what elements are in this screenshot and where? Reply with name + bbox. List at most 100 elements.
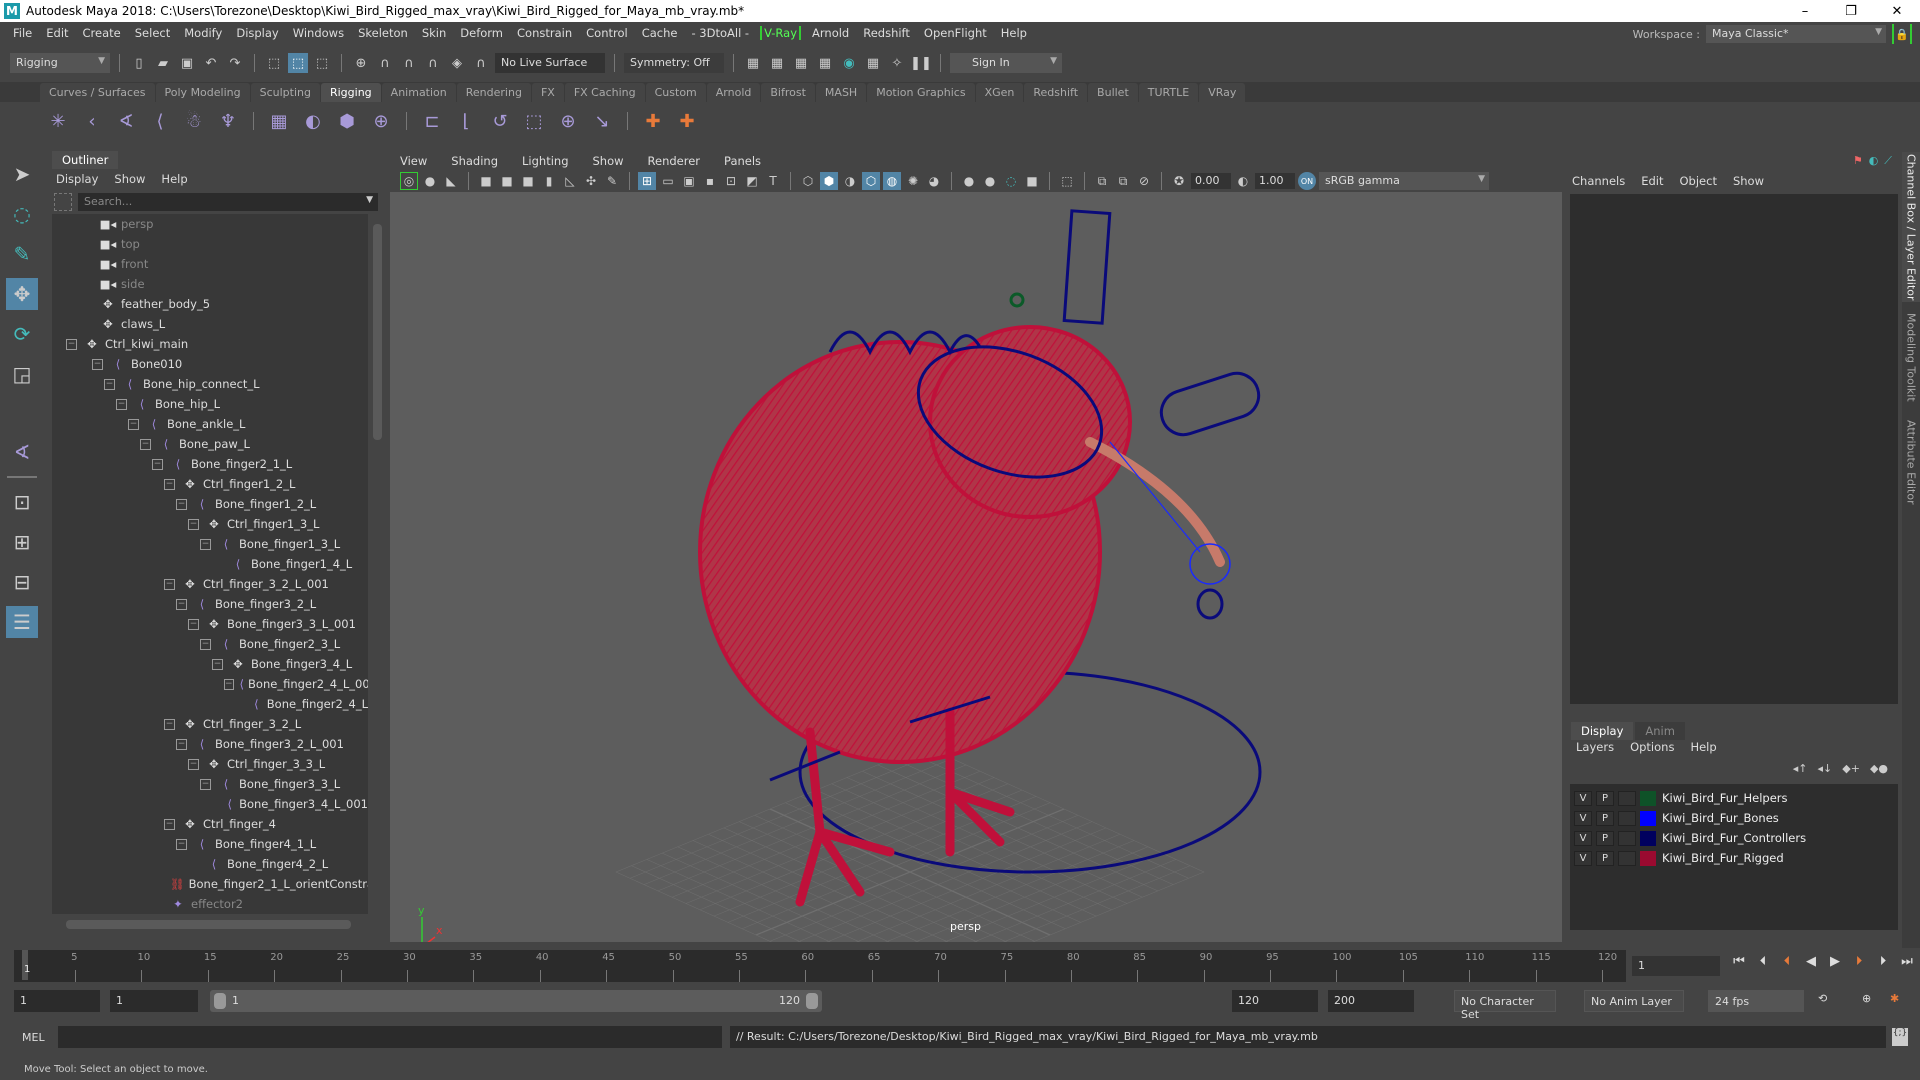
- shelf-tab-bifrost[interactable]: Bifrost: [761, 83, 815, 102]
- field-chart-icon[interactable]: ⊡: [722, 172, 740, 190]
- shelf-tab-curves-surfaces[interactable]: Curves / Surfaces: [40, 83, 155, 102]
- expand-toggle[interactable]: −: [164, 718, 175, 730]
- range-end-handle[interactable]: [806, 993, 818, 1009]
- redo-icon[interactable]: ↷: [225, 53, 245, 73]
- layer-menu-layers[interactable]: Layers: [1576, 740, 1614, 754]
- four-view-layout-icon[interactable]: ⊞: [6, 526, 38, 558]
- outliner-item[interactable]: ⟨ Bone_finger3_4_L_001: [52, 794, 368, 814]
- layer-row[interactable]: V P Kiwi_Bird_Fur_Helpers: [1570, 788, 1898, 808]
- snap-grid-icon[interactable]: ⊕: [351, 53, 371, 73]
- end-time-field[interactable]: 200: [1328, 990, 1414, 1012]
- create-joints-icon[interactable]: ✳: [44, 107, 72, 135]
- menu-arnold[interactable]: Arnold: [805, 26, 856, 40]
- ik-handle-icon[interactable]: ∢: [112, 107, 140, 135]
- step-forward-frame-icon[interactable]: ⏵: [1874, 954, 1892, 969]
- camera-attributes-icon[interactable]: ◣: [442, 172, 460, 190]
- new-layer-from-selection-icon[interactable]: ◆●: [1870, 762, 1888, 775]
- screen-space-ao-icon[interactable]: ●: [960, 172, 978, 190]
- outliner-item[interactable]: − ✥ Bone_finger3_4_L: [52, 654, 368, 674]
- smooth-bind-icon[interactable]: ◐: [299, 107, 327, 135]
- layer-row[interactable]: V P Kiwi_Bird_Fur_Rigged: [1570, 848, 1898, 868]
- menu-create[interactable]: Create: [76, 26, 128, 40]
- render-frame-icon[interactable]: ▦: [743, 53, 763, 73]
- snap-surface-icon[interactable]: ∩: [471, 53, 491, 73]
- point-constraint-icon[interactable]: ⌊: [452, 107, 480, 135]
- image-plane-icon[interactable]: ◺: [561, 172, 579, 190]
- shelf-tab-fx[interactable]: FX: [531, 83, 564, 102]
- play-forwards-icon[interactable]: ▶: [1826, 954, 1844, 969]
- outliner-item[interactable]: − ⟨ Bone_finger1_2_L: [52, 494, 368, 514]
- layer-row[interactable]: V P Kiwi_Bird_Fur_Bones: [1570, 808, 1898, 828]
- outliner-item[interactable]: ⟨ Bone_finger2_4_L: [52, 694, 368, 714]
- outliner-item[interactable]: − ⟨ Bone_finger1_3_L: [52, 534, 368, 554]
- menu-windows[interactable]: Windows: [286, 26, 351, 40]
- expand-toggle[interactable]: −: [200, 638, 211, 650]
- 2d-pan-zoom-icon[interactable]: ✣: [582, 172, 600, 190]
- gamma-icon[interactable]: ◐: [1234, 172, 1252, 190]
- step-back-frame-icon[interactable]: ⏴: [1754, 954, 1772, 969]
- outliner-menu-help[interactable]: Help: [161, 172, 187, 186]
- shelf-tab-arnold[interactable]: Arnold: [706, 83, 761, 102]
- sign-in-button[interactable]: Sign In: [950, 53, 1062, 73]
- menu-redshift[interactable]: Redshift: [856, 26, 917, 40]
- menuset-dropdown[interactable]: Rigging: [10, 53, 110, 73]
- lock-icon[interactable]: 🔒: [1892, 24, 1912, 44]
- display-type-toggle[interactable]: [1618, 810, 1636, 826]
- default-lighting-icon[interactable]: ◑: [841, 172, 859, 190]
- expand-toggle[interactable]: −: [104, 378, 115, 390]
- outliner-item[interactable]: − ✥ Ctrl_finger_3_2_L: [52, 714, 368, 734]
- shelf-tab-motion-graphics[interactable]: Motion Graphics: [867, 83, 975, 102]
- scale-tool-icon[interactable]: ◲: [6, 358, 38, 390]
- outliner-item[interactable]: ■◂ top: [52, 234, 368, 254]
- command-input[interactable]: [58, 1026, 722, 1048]
- bind-skin-icon[interactable]: ▦: [265, 107, 293, 135]
- lock-camera-icon[interactable]: ■: [498, 172, 516, 190]
- lattice-icon[interactable]: ⬢: [333, 107, 361, 135]
- outliner-item[interactable]: − ⟨ Bone_ankle_L: [52, 414, 368, 434]
- expand-toggle[interactable]: −: [176, 598, 187, 610]
- backface-culling-icon[interactable]: ⊘: [1135, 172, 1153, 190]
- outliner-item[interactable]: − ⟨ Bone010: [52, 354, 368, 374]
- step-back-key-icon[interactable]: ⏴: [1778, 954, 1796, 969]
- smooth-shade-icon[interactable]: ⬢: [820, 172, 838, 190]
- layer-color-swatch[interactable]: [1640, 830, 1656, 846]
- parent-constraint-icon[interactable]: ⊏: [418, 107, 446, 135]
- loop-icon[interactable]: ⟲: [1818, 992, 1827, 1005]
- menu-constrain[interactable]: Constrain: [510, 26, 579, 40]
- outliner-search-input[interactable]: Search...: [78, 193, 378, 211]
- layer-row[interactable]: V P Kiwi_Bird_Fur_Controllers: [1570, 828, 1898, 848]
- expand-toggle[interactable]: −: [212, 658, 223, 670]
- expand-toggle[interactable]: −: [176, 738, 187, 750]
- display-type-toggle[interactable]: [1618, 790, 1636, 806]
- outliner-item[interactable]: − ⟨ Bone_finger4_1_L: [52, 834, 368, 854]
- exposure-field[interactable]: 0.00: [1191, 173, 1231, 189]
- expand-toggle[interactable]: −: [164, 818, 175, 830]
- select-hierarchy-icon[interactable]: ⬚: [264, 53, 284, 73]
- cluster-icon[interactable]: ⊕: [367, 107, 395, 135]
- outliner-item[interactable]: − ⟨ Bone_hip_connect_L: [52, 374, 368, 394]
- menu-skeleton[interactable]: Skeleton: [351, 26, 415, 40]
- playback-start-field[interactable]: 1: [110, 990, 198, 1012]
- outliner-item[interactable]: ✥ claws_L: [52, 314, 368, 334]
- shelf-tab-poly-modeling[interactable]: Poly Modeling: [155, 83, 250, 102]
- xray-icon[interactable]: ◍: [883, 172, 901, 190]
- expand-toggle[interactable]: −: [164, 578, 175, 590]
- insert-joint-icon[interactable]: ‹: [78, 107, 106, 135]
- shelf-tab-turtle[interactable]: TURTLE: [1138, 83, 1199, 102]
- menu-help[interactable]: Help: [994, 26, 1034, 40]
- outliner-item[interactable]: ■◂ side: [52, 274, 368, 294]
- playback-end-field[interactable]: 120: [1232, 990, 1318, 1012]
- two-view-layout-icon[interactable]: ⊟: [6, 566, 38, 598]
- expand-toggle[interactable]: −: [140, 438, 151, 450]
- viewport-menu-view[interactable]: View: [400, 154, 427, 168]
- playback-toggle[interactable]: P: [1596, 810, 1614, 826]
- tab-attribute-editor[interactable]: Attribute Editor: [1902, 412, 1920, 512]
- pole-vector-icon[interactable]: ↘: [588, 107, 616, 135]
- expand-toggle[interactable]: −: [116, 398, 127, 410]
- outliner-vertical-scrollbar[interactable]: [373, 224, 382, 440]
- pause-viewport-icon[interactable]: ❚❚: [910, 53, 932, 73]
- outliner-item[interactable]: − ⟨ Bone_hip_L: [52, 394, 368, 414]
- close-button[interactable]: ✕: [1874, 0, 1920, 22]
- aim-constraint-icon[interactable]: ⊕: [554, 107, 582, 135]
- snap-point-icon[interactable]: ∩: [399, 53, 419, 73]
